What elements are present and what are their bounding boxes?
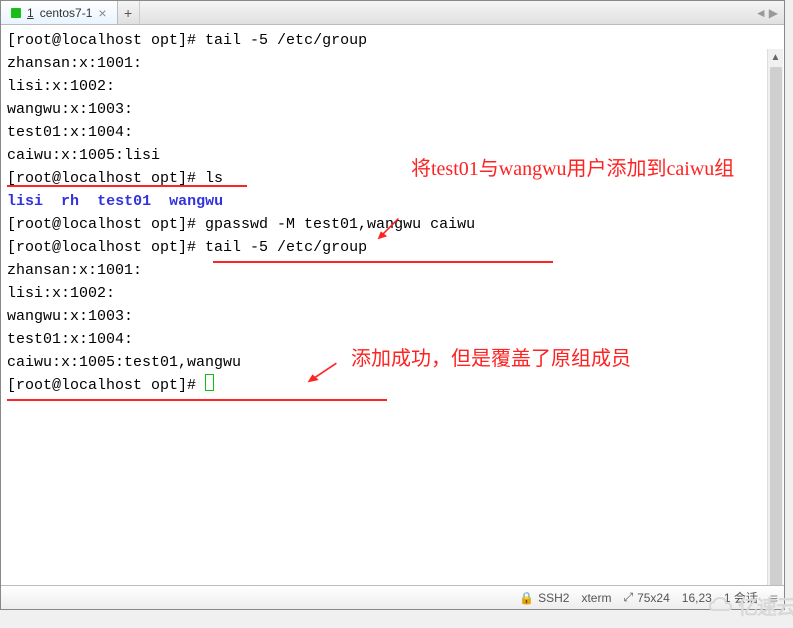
tab-index: 1	[27, 6, 34, 20]
resize-icon: ⤢	[623, 590, 633, 605]
add-tab-button[interactable]: +	[118, 1, 140, 24]
status-size: ⤢ 75x24	[623, 590, 669, 605]
cmd: tail -5 /etc/group	[205, 239, 367, 256]
arrow-icon	[376, 217, 400, 241]
prompt: [root@localhost opt]#	[7, 216, 196, 233]
status-dot-icon	[11, 8, 21, 18]
scrollbar-thumb[interactable]	[770, 67, 782, 585]
output-line: wangwu:x:1003:	[7, 101, 133, 118]
tab-active[interactable]: 1 centos7-1 ×	[1, 1, 118, 24]
prompt: [root@localhost opt]#	[7, 32, 205, 49]
output-line: test01:x:1004:	[7, 124, 133, 141]
scrollbar[interactable]: ▲ ▼	[767, 49, 783, 585]
output-line: caiwu:x:1005:test01,wangwu	[7, 354, 241, 371]
output-line: lisi:x:1002:	[7, 285, 115, 302]
tab-bar: 1 centos7-1 × + ◄ ▶	[1, 1, 784, 25]
tab-nav: ◄ ▶	[749, 1, 784, 24]
window-root: 1 centos7-1 × + ◄ ▶ [root@localhost opt]…	[0, 0, 785, 610]
terminal-area: [root@localhost opt]# tail -5 /etc/group…	[1, 25, 784, 585]
nav-right-icon[interactable]: ▶	[769, 6, 778, 20]
dir-name: lisi	[7, 193, 43, 210]
underline-annotation	[7, 399, 387, 401]
output-line: zhansan:x:1001:	[7, 262, 142, 279]
cloud-icon	[706, 596, 736, 616]
close-icon[interactable]: ×	[98, 5, 106, 21]
dir-name: wangwu	[169, 193, 223, 210]
cursor-icon	[205, 374, 214, 391]
terminal-output[interactable]: [root@localhost opt]# tail -5 /etc/group…	[1, 25, 766, 585]
annotation-text: 将test01与wangwu用户添加到caiwu组	[411, 155, 751, 183]
output-line: test01:x:1004:	[7, 331, 133, 348]
annotation-text: 添加成功，但是覆盖了原组成员	[351, 345, 731, 373]
tab-label: centos7-1	[40, 6, 93, 20]
status-term: xterm	[581, 591, 611, 605]
cmd: gpasswd -M test01,wangwu caiwu	[196, 216, 475, 233]
dir-name: rh	[61, 193, 79, 210]
arrow-icon	[303, 360, 341, 384]
cmd: tail -5 /etc/group	[205, 32, 367, 49]
underline-annotation	[213, 261, 553, 263]
watermark: 亿速云	[706, 591, 793, 620]
scroll-up-icon[interactable]: ▲	[768, 49, 783, 65]
prompt: [root@localhost opt]#	[7, 239, 205, 256]
output-line: lisi:x:1002:	[7, 78, 115, 95]
status-ssh: 🔒SSH2	[519, 591, 569, 605]
prompt: [root@localhost opt]#	[7, 377, 205, 394]
lock-icon: 🔒	[519, 591, 534, 605]
output-line: wangwu:x:1003:	[7, 308, 133, 325]
dir-name: test01	[97, 193, 151, 210]
status-bar: 🔒SSH2 xterm ⤢ 75x24 16,23 1 会话 ≡	[1, 585, 784, 609]
nav-left-icon[interactable]: ◄	[755, 6, 767, 20]
output-line: zhansan:x:1001:	[7, 55, 142, 72]
output-line: caiwu:x:1005:lisi	[7, 147, 160, 164]
underline-annotation	[7, 185, 247, 187]
